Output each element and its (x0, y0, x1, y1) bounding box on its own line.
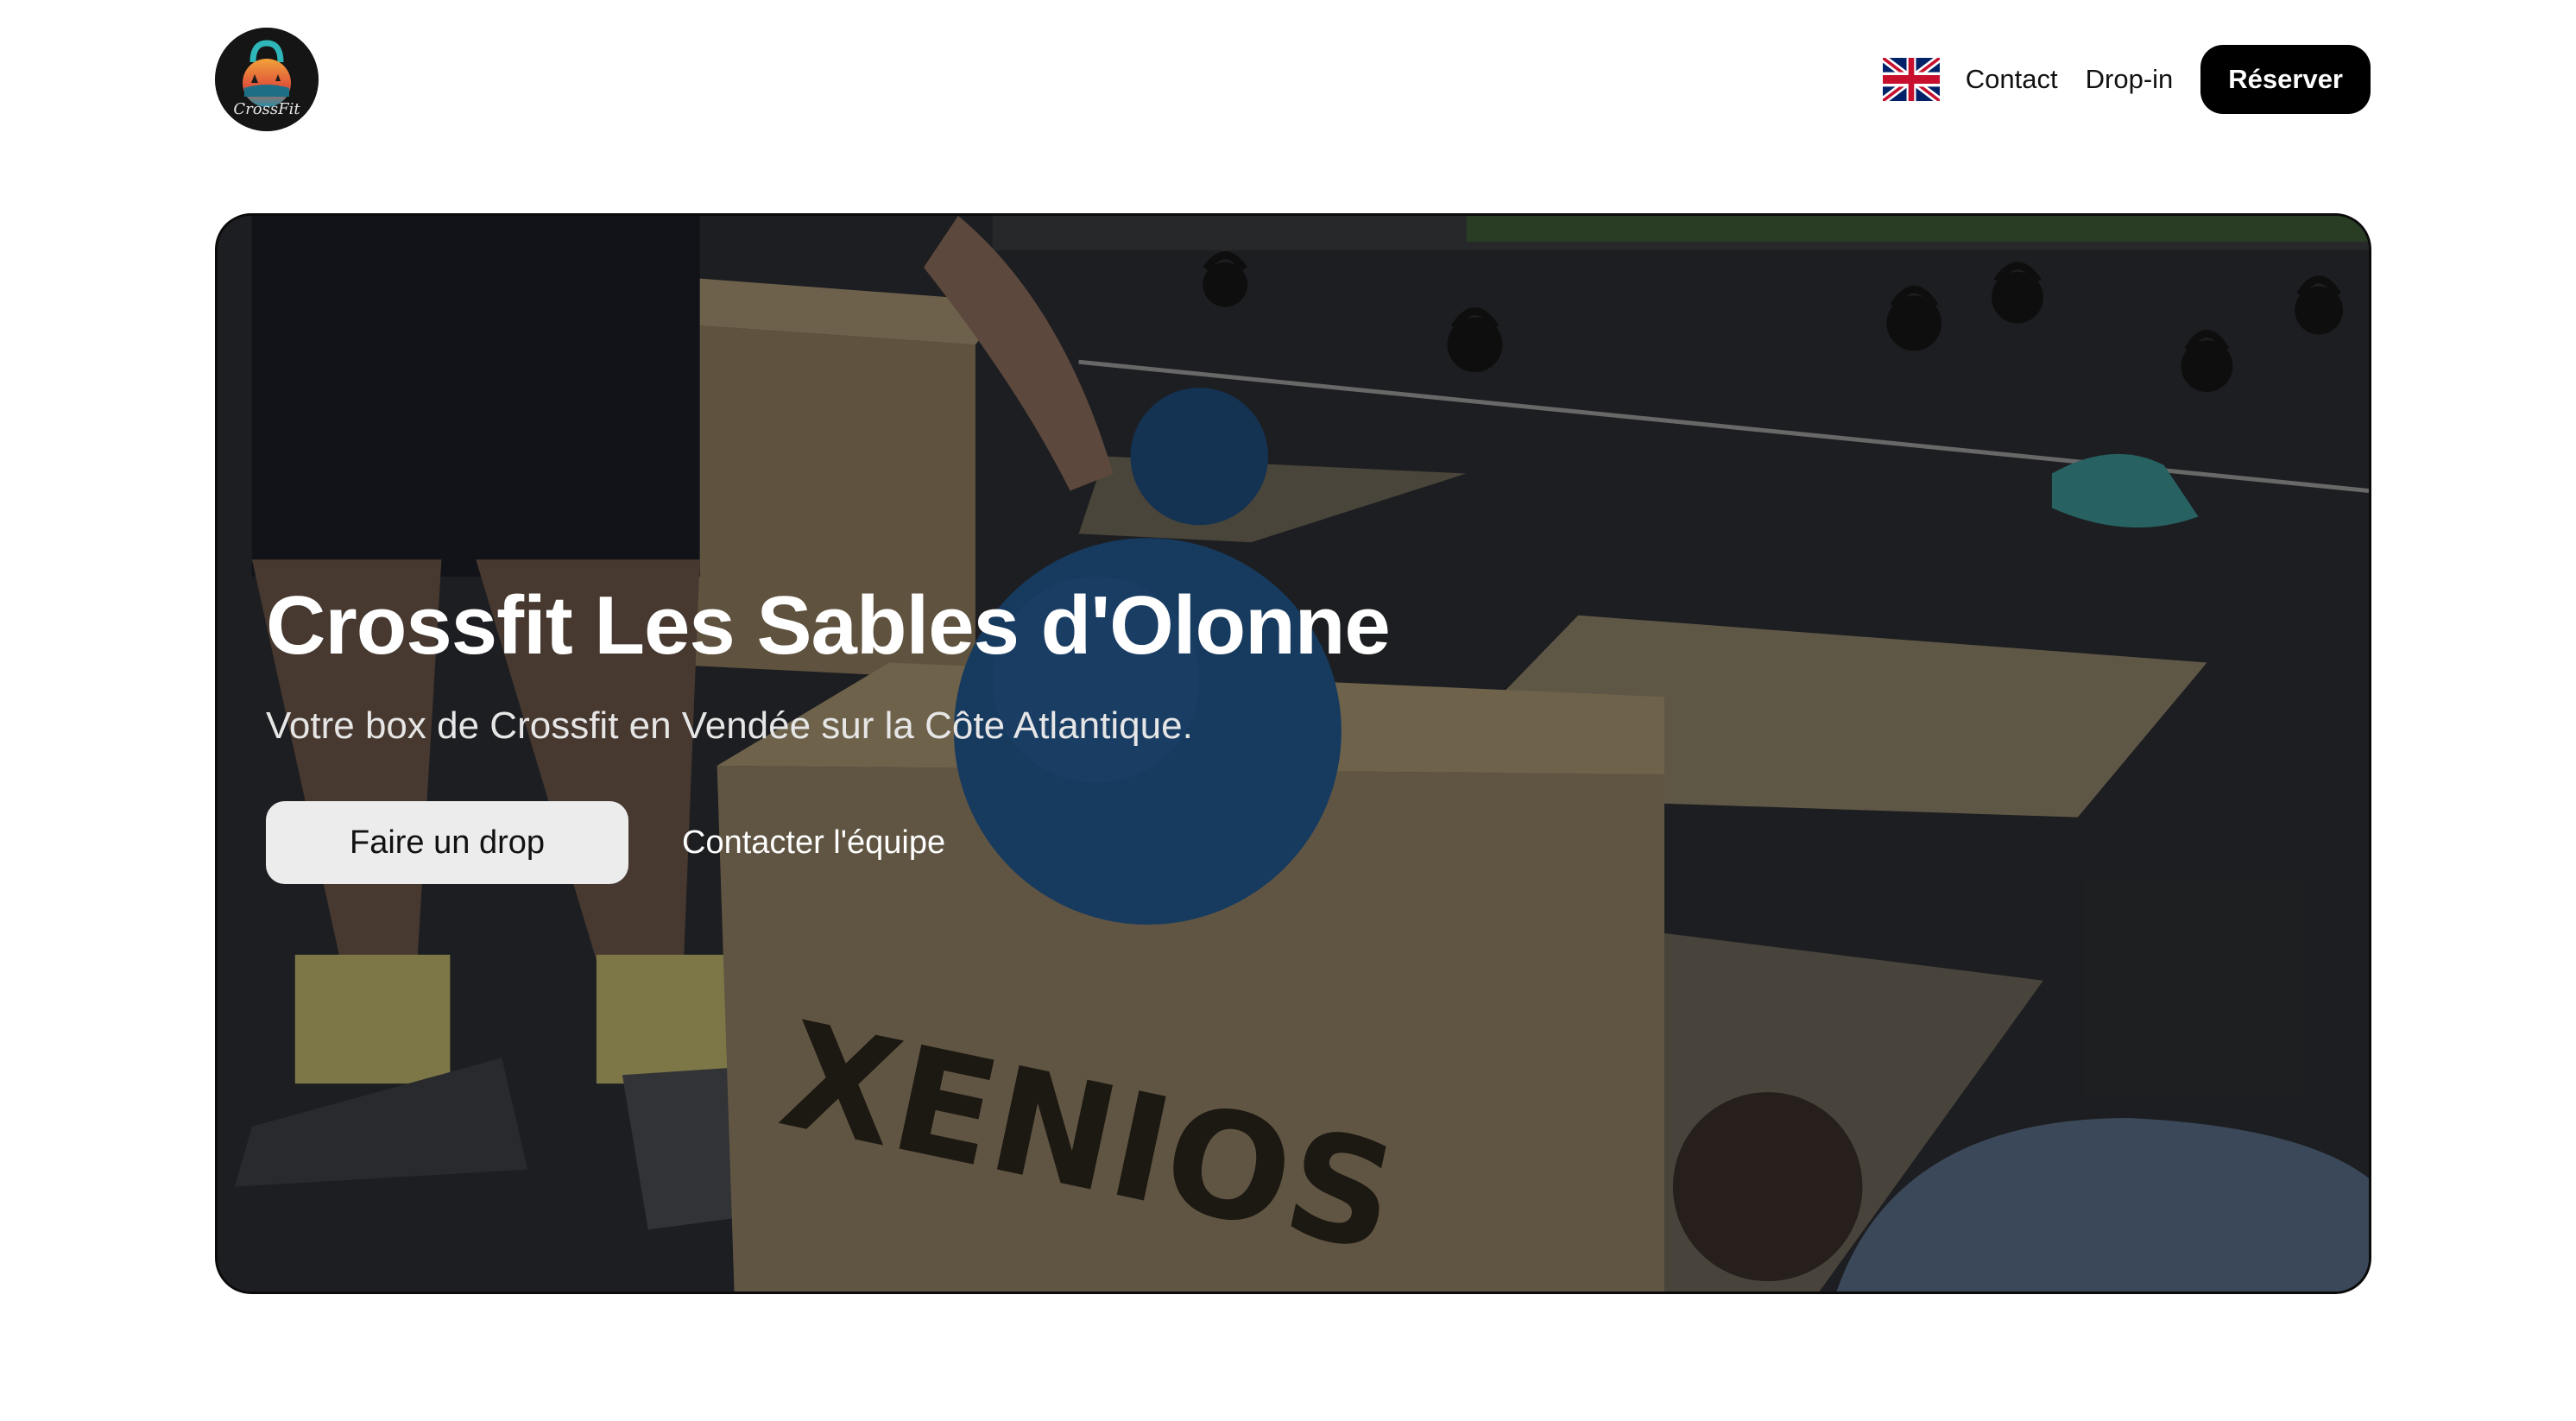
svg-text:CrossFit: CrossFit (233, 100, 300, 118)
crossfit-logo-icon[interactable]: CrossFit (215, 28, 319, 131)
contact-team-button[interactable]: Contacter l'équipe (677, 824, 950, 862)
nav-dropin-link[interactable]: Drop-in (2086, 64, 2174, 95)
nav-contact-link[interactable]: Contact (1966, 64, 2058, 95)
hero-subtitle: Votre box de Crossfit en Vendée sur la C… (266, 704, 1193, 747)
site-header: CrossFit Contact Drop-in Réserver (0, 0, 2576, 160)
reserve-button[interactable]: Réserver (2200, 45, 2371, 114)
main-nav: Contact Drop-in Réserver (1882, 45, 2371, 114)
drop-in-button[interactable]: Faire un drop (266, 801, 628, 884)
uk-flag-icon[interactable] (1882, 58, 1940, 101)
hero-content: Crossfit Les Sables d'Olonne Votre box d… (266, 578, 1391, 884)
hero-actions: Faire un drop Contacter l'équipe (266, 801, 1390, 884)
hero-section: XENIOS Crossfit Les Sables d'Olonne Votr… (215, 213, 2371, 1294)
hero-title: Crossfit Les Sables d'Olonne (266, 579, 1391, 672)
